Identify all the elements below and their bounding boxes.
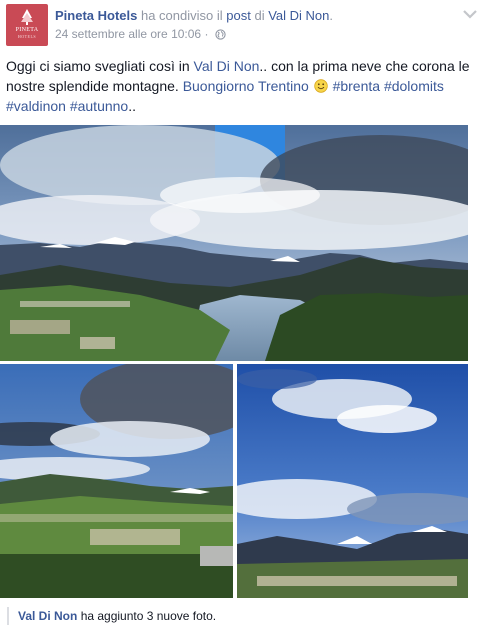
hashtag-brenta[interactable]: #brenta	[333, 78, 380, 94]
hashtag-dolomits[interactable]: #dolomits	[384, 78, 444, 94]
timestamp-link[interactable]: 24 settembre alle ore 10:06	[55, 27, 201, 41]
action-text: ha condiviso il	[140, 8, 223, 23]
post-header: Pineta Hotels ha condiviso il post di Va…	[55, 8, 333, 24]
hashtag-autunno[interactable]: #autunno	[70, 98, 128, 114]
greeting-link[interactable]: Buongiorno Trentino	[183, 78, 309, 94]
photo-sky-image	[237, 364, 468, 598]
footer-text: ha aggiunto 3 nuove foto.	[80, 609, 217, 623]
photo-blue-sky[interactable]	[237, 364, 468, 598]
photo-lake-panorama[interactable]	[0, 125, 468, 361]
post-link[interactable]: post	[226, 8, 251, 23]
page-avatar[interactable]: PINETA HOTELS	[6, 4, 48, 46]
source-page-link[interactable]: Val Di Non	[268, 8, 329, 23]
globe-icon[interactable]	[215, 29, 226, 40]
photo-valley-image	[0, 364, 233, 598]
chevron-down-icon[interactable]	[462, 8, 478, 20]
post-text-end: ..	[128, 98, 137, 114]
smiley-emoji-icon	[313, 79, 328, 93]
post-footer: Val Di Non ha aggiunto 3 nuove foto.	[7, 607, 216, 625]
footer-page-link[interactable]: Val Di Non	[18, 609, 77, 623]
photo-valley-village[interactable]	[0, 364, 233, 598]
hashtag-valdinon[interactable]: #valdinon	[6, 98, 66, 114]
pine-logo-icon	[21, 9, 33, 25]
header-period: .	[329, 8, 334, 23]
avatar-logo-sub: HOTELS	[17, 34, 37, 39]
page-name-link[interactable]: Pineta Hotels	[55, 8, 137, 23]
place-link[interactable]: Val Di Non	[194, 58, 260, 74]
shared-post: PINETA HOTELS Pineta Hotels ha condiviso…	[0, 0, 486, 627]
of-text: di	[254, 8, 265, 23]
post-text: Oggi ci siamo svegliati così in Val Di N…	[6, 56, 478, 116]
meta-separator: ·	[204, 27, 209, 41]
avatar-logo-name: PINETA	[15, 27, 39, 33]
post-text-start: Oggi ci siamo svegliati così in	[6, 58, 194, 74]
photo-lake-image	[0, 125, 468, 361]
post-meta: 24 settembre alle ore 10:06 ·	[55, 27, 226, 42]
